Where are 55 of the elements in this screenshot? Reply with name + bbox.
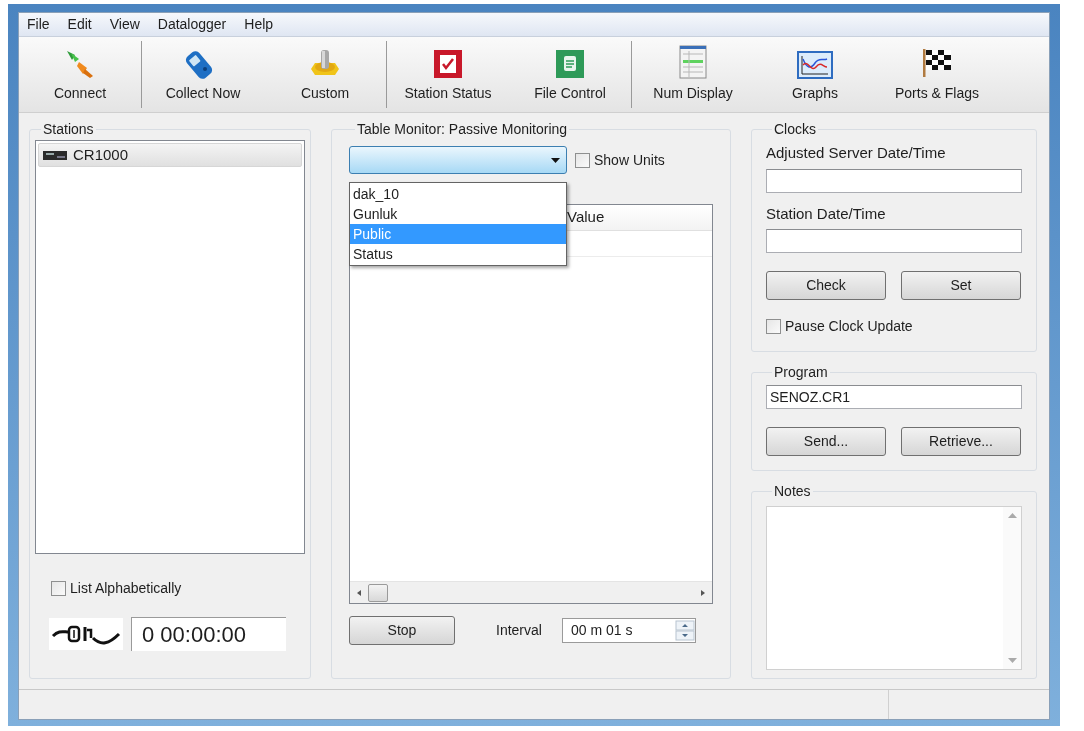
list-item[interactable]: CR1000	[38, 143, 302, 167]
table-icon	[679, 45, 707, 79]
menu-item[interactable]: Help	[244, 14, 274, 35]
button[interactable]: Set	[901, 271, 1021, 300]
field-label: Adjusted Server Date/Time	[766, 143, 947, 163]
scrollbar-thumb[interactable]	[368, 583, 388, 602]
toolbar-button[interactable]: Collect Now	[142, 37, 264, 112]
menu-item[interactable]: Datalogger	[157, 14, 227, 35]
notes-field[interactable]	[766, 506, 1022, 670]
spinner-arrows-icon[interactable]	[674, 620, 695, 641]
button[interactable]: Retrieve...	[901, 427, 1021, 456]
dropdown-option[interactable]: Gunluk	[350, 204, 566, 224]
button[interactable]: Check	[766, 271, 886, 300]
datalogger-icon	[43, 150, 67, 160]
input-field[interactable]	[766, 229, 1022, 253]
toolbar-button[interactable]: Custom	[264, 37, 386, 112]
group-title: Notes	[773, 482, 812, 501]
interval-spinner[interactable]: 00 m 01 s	[561, 618, 696, 643]
checkbox[interactable]: Show Units	[575, 149, 665, 171]
station-name: CR1000	[73, 144, 129, 165]
group-title: Program	[773, 363, 829, 382]
toolbar-button[interactable]: Station Status	[387, 37, 509, 112]
toolbar-button[interactable]: Num Display	[632, 37, 754, 112]
scroll-up-icon[interactable]	[1007, 513, 1017, 518]
toolbar-button[interactable]: Graphs	[754, 37, 876, 112]
scroll-down-icon[interactable]	[1007, 658, 1017, 663]
column-header[interactable]: Value	[566, 205, 712, 230]
document-icon	[555, 49, 585, 79]
horizontal-scrollbar[interactable]	[350, 581, 712, 603]
toolbar-button[interactable]: Ports & Flags	[876, 37, 998, 112]
checkered-flag-icon	[921, 47, 953, 79]
program-file-field[interactable]: SENOZ.CR1	[766, 385, 1022, 409]
menu-item[interactable]: File	[27, 14, 50, 35]
menu-item[interactable]: Edit	[67, 14, 92, 35]
table-dropdown[interactable]	[349, 146, 567, 174]
vertical-scrollbar[interactable]	[1003, 507, 1021, 669]
checkbox[interactable]: Pause Clock Update	[766, 316, 1022, 337]
group-title: Table Monitor: Passive Monitoring	[356, 120, 569, 139]
checkmark-document-icon	[433, 49, 463, 79]
connection-timer: 0 00:00:00	[131, 617, 286, 651]
toolbar-button[interactable]: Connect	[19, 37, 141, 112]
button[interactable]: Send...	[766, 427, 886, 456]
menu-item[interactable]: View	[109, 14, 140, 35]
dropdown-option[interactable]: dak_10	[350, 184, 566, 204]
dropdown-option[interactable]: Status	[350, 244, 566, 264]
button[interactable]: Stop	[349, 616, 455, 645]
interval-label: Interval	[496, 621, 542, 640]
input-field[interactable]	[766, 168, 1022, 193]
toolbar-button[interactable]: File Control	[509, 37, 631, 112]
field-label: Station Date/Time	[766, 203, 887, 224]
checkbox[interactable]: List Alphabetically	[51, 578, 305, 599]
line-chart-icon	[797, 51, 833, 79]
dropdown-arrow-icon	[551, 157, 560, 163]
group-title: Clocks	[773, 120, 817, 139]
group-title: Stations	[42, 120, 95, 139]
